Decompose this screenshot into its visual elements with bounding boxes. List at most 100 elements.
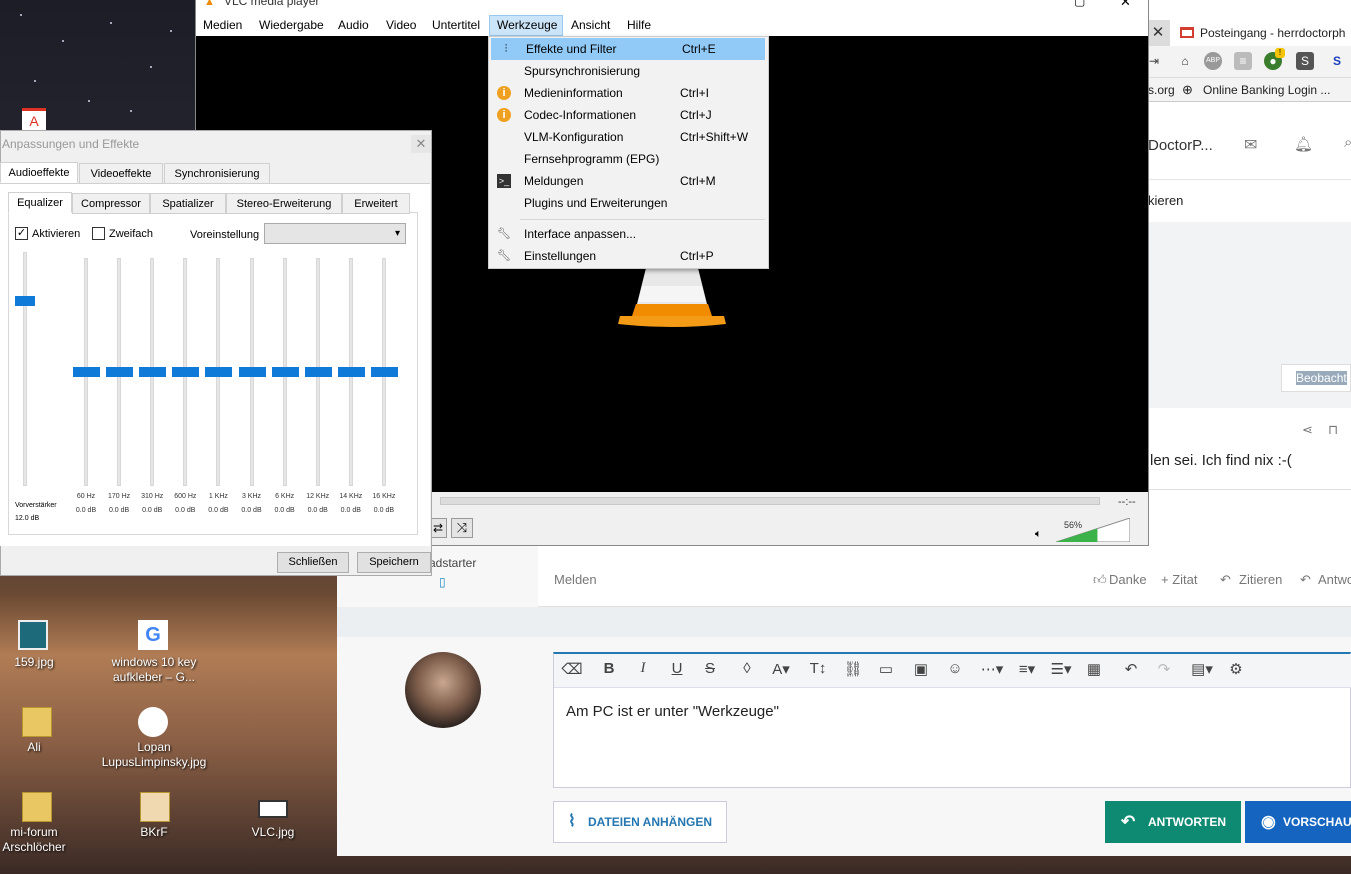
close-icon[interactable]: ✕ [411, 135, 431, 153]
menu-werkzeuge[interactable]: Werkzeuge [497, 18, 557, 32]
report-link[interactable]: Melden [554, 572, 597, 587]
band-slider-knob[interactable] [205, 367, 233, 377]
preset-dropdown[interactable]: ▾ [264, 223, 406, 244]
cite-link[interactable]: Zitieren [1239, 572, 1282, 587]
tab-spatializer[interactable]: Spatializer [150, 193, 226, 214]
menu-video[interactable]: Video [386, 18, 416, 32]
s-brand-extension-icon[interactable]: S [1328, 52, 1346, 70]
menu-hilfe[interactable]: Hilfe [627, 18, 651, 32]
speaker-icon[interactable]: 🔈︎ [1035, 528, 1042, 541]
menu-ansicht[interactable]: Ansicht [571, 18, 610, 32]
save-button[interactable]: Speichern [357, 552, 431, 573]
share-icon[interactable]: ⋖ [1302, 422, 1313, 438]
bell-icon[interactable]: 🔔︎ [1294, 135, 1313, 153]
attach-files-button[interactable]: ⌇ DATEIEN ANHÄNGEN [553, 801, 727, 843]
envelope-icon[interactable]: ✉ [1244, 135, 1257, 155]
tab-stereo-widening[interactable]: Stereo-Erweiterung [226, 193, 342, 214]
forward-arrow-icon[interactable]: ⇥ [1148, 52, 1160, 70]
menu-item-codec-info[interactable]: i Codec-Informationen Ctrl+J [489, 104, 768, 126]
reply-text[interactable]: Am PC ist er unter "Werkzeuge" [566, 703, 779, 720]
bold-icon[interactable]: B [598, 660, 620, 677]
menu-item-plugins[interactable]: Plugins und Erweiterungen [489, 192, 768, 214]
google-shortcut-icon[interactable]: G [138, 620, 168, 650]
desktop-icon-ali[interactable]: Ali [0, 740, 89, 755]
font-icon[interactable]: A▾ [770, 660, 792, 678]
image-icon[interactable]: ▭ [875, 660, 897, 678]
watch-button[interactable]: Beobacht [1281, 364, 1351, 392]
smiley-icon[interactable]: ☺ [944, 660, 966, 677]
menu-medien[interactable]: Medien [203, 18, 242, 32]
menu-wiedergabe[interactable]: Wiedergabe [259, 18, 324, 32]
close-window-icon[interactable]: ✕ [1120, 0, 1131, 10]
desktop-icon-bkrf[interactable]: BKrF [99, 825, 209, 840]
username[interactable]: DoctorP... [1148, 137, 1213, 154]
menu-item-vlm[interactable]: VLM-Konfiguration Ctrl+Shift+W [489, 126, 768, 148]
s-extension-icon[interactable]: S [1296, 52, 1314, 70]
preamp-track[interactable] [23, 252, 27, 486]
menu-item-interface[interactable]: 🔧︎ Interface anpassen... [489, 223, 768, 245]
maximize-icon[interactable]: ▢ [1074, 0, 1085, 8]
band-slider-knob[interactable] [370, 367, 398, 377]
seek-bar[interactable] [440, 497, 1100, 505]
close-button[interactable]: Schließen [277, 552, 349, 573]
preamp-slider-knob[interactable] [15, 296, 35, 307]
list-icon[interactable]: ☰▾ [1047, 660, 1075, 678]
answer-link[interactable]: Antwo [1318, 572, 1351, 587]
desktop-icon-windows-key[interactable]: windows 10 key aufkleber – G... [99, 655, 209, 685]
band-slider-knob[interactable] [238, 367, 266, 377]
menu-item-effects[interactable]: ⫶ Effekte und Filter Ctrl+E [491, 38, 765, 60]
tab-equalizer[interactable]: Equalizer [8, 192, 72, 213]
enable-checkbox[interactable]: ✓ [15, 227, 28, 240]
table-icon[interactable]: ▦ [1083, 660, 1105, 678]
reply-button[interactable]: ↶ ANTWORTEN [1105, 801, 1241, 843]
desktop-icon-159[interactable]: 159.jpg [0, 655, 89, 670]
desktop-icon-vlc-jpg[interactable]: VLC.jpg [218, 825, 328, 840]
home-icon[interactable]: ⌂ [1176, 52, 1194, 70]
band-slider-knob[interactable] [106, 367, 134, 377]
extension-icon[interactable]: ≡ [1234, 52, 1252, 70]
italic-icon[interactable]: I [632, 660, 654, 677]
menu-item-media-info[interactable]: i Medieninformation Ctrl+I [489, 82, 768, 104]
quote-link[interactable]: + Zitat [1161, 572, 1198, 587]
tab-video-effects[interactable]: Videoeffekte [79, 163, 163, 184]
thanks-link[interactable]: Danke [1109, 572, 1147, 587]
save-draft-icon[interactable]: ▤▾ [1188, 660, 1216, 678]
menu-audio[interactable]: Audio [338, 18, 369, 32]
undo-icon[interactable]: ↶ [1120, 660, 1142, 678]
folder-icon[interactable] [22, 792, 52, 822]
forum-subnav[interactable]: kieren [1148, 180, 1351, 222]
strikethrough-icon[interactable]: S [699, 660, 721, 677]
band-slider-knob[interactable] [139, 367, 167, 377]
align-icon[interactable]: ≡▾ [1013, 660, 1041, 678]
gear-icon[interactable]: ⚙ [1225, 660, 1247, 678]
video-icon[interactable]: ▣ [910, 660, 932, 678]
band-slider-knob[interactable] [271, 367, 299, 377]
folder-icon[interactable] [22, 707, 52, 737]
image-file-icon[interactable] [258, 800, 288, 818]
eraser-icon[interactable]: ⌫ [561, 660, 583, 678]
browser-tab-gmail[interactable]: Posteingang - herrdoctorph [1170, 20, 1351, 46]
font-size-icon[interactable]: T↕ [805, 660, 831, 677]
search-icon[interactable]: ⌕ [1344, 134, 1351, 151]
menu-item-messages[interactable]: >_ Meldungen Ctrl+M [489, 170, 768, 192]
menu-item-track-sync[interactable]: Spursynchronisierung [489, 60, 768, 82]
bookmark-item[interactable]: s.org [1148, 78, 1175, 102]
bookmark-online-banking[interactable]: Online Banking Login ... [1203, 78, 1330, 102]
band-slider-knob[interactable] [304, 367, 332, 377]
image-file-icon[interactable] [18, 620, 48, 650]
color-drop-icon[interactable]: ◊ [736, 660, 758, 677]
shuffle-icon[interactable]: ⤨ [451, 518, 473, 538]
desktop-icon-mi-forum[interactable]: mi-forum Arschlöcher [0, 825, 89, 855]
preview-button[interactable]: ◉ VORSCHAU [1245, 801, 1351, 843]
band-slider-knob[interactable] [73, 367, 100, 377]
tab-compressor[interactable]: Compressor [72, 193, 150, 214]
band-slider-knob[interactable] [337, 367, 365, 377]
more-icon[interactable]: ⋯▾ [978, 660, 1006, 678]
folder-icon[interactable] [140, 792, 170, 822]
bookmark-icon[interactable]: ⊓ [1328, 422, 1338, 438]
tab-audio-effects[interactable]: Audioeffekte [0, 162, 78, 183]
desktop-icon-lopan[interactable]: Lopan LupusLimpinsky.jpg [99, 740, 209, 770]
adblock-icon[interactable]: ABP [1204, 52, 1222, 70]
menu-item-epg[interactable]: Fernsehprogramm (EPG) [489, 148, 768, 170]
redo-icon[interactable]: ↷ [1153, 660, 1175, 678]
